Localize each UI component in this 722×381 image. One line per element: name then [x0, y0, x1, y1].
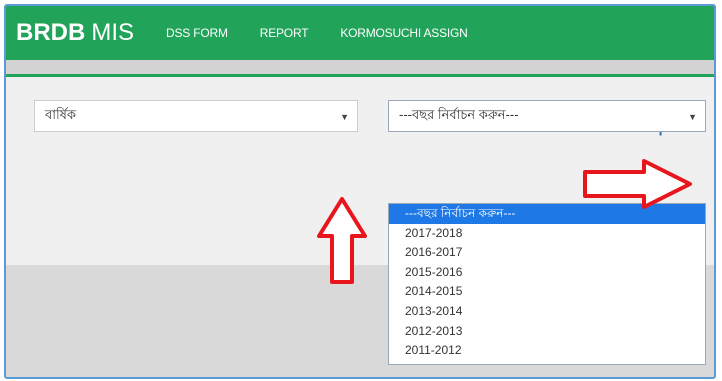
year-option[interactable]: 2013-2014: [389, 302, 705, 322]
nav-dss-form[interactable]: DSS FORM: [166, 26, 228, 40]
brand-bold-text: BRDB: [16, 19, 86, 46]
year-option[interactable]: 2015-2016: [389, 263, 705, 283]
report-type-value: বার্ষিক: [45, 106, 76, 122]
screenshot-frame: BRDB MIS DSS FORM REPORT KORMOSUCHI ASSI…: [4, 4, 716, 379]
caret-down-icon: ▼: [340, 112, 349, 122]
nav-links: DSS FORM REPORT KORMOSUCHI ASSIGN: [166, 26, 500, 40]
nav-kormosuchi-assign[interactable]: KORMOSUCHI ASSIGN: [340, 26, 467, 40]
year-option[interactable]: 2014-2015: [389, 282, 705, 302]
brand-light-text: MIS: [91, 19, 134, 46]
year-option[interactable]: 2017-2018: [389, 224, 705, 244]
year-option[interactable]: 2011-2012: [389, 341, 705, 361]
nav-report[interactable]: REPORT: [260, 26, 309, 40]
year-select[interactable]: ---বছর নির্বাচন করুন--- ▼: [388, 100, 706, 132]
year-select-value: ---বছর নির্বাচন করুন---: [399, 106, 519, 122]
sub-header-bar: [6, 60, 714, 77]
red-arrow-up-icon: [317, 197, 367, 284]
top-navbar: BRDB MIS DSS FORM REPORT KORMOSUCHI ASSI…: [6, 6, 714, 60]
caret-down-icon: ▼: [688, 112, 697, 122]
report-type-select[interactable]: বার্ষিক ▼: [34, 100, 358, 132]
year-option[interactable]: 2012-2013: [389, 322, 705, 342]
year-option[interactable]: 2016-2017: [389, 243, 705, 263]
red-arrow-right-icon: [583, 159, 692, 209]
year-dropdown-list: ---বছর নির্বাচন করুন--- 2017-2018 2016-2…: [388, 203, 706, 365]
brand-logo[interactable]: BRDB MIS: [16, 21, 134, 45]
